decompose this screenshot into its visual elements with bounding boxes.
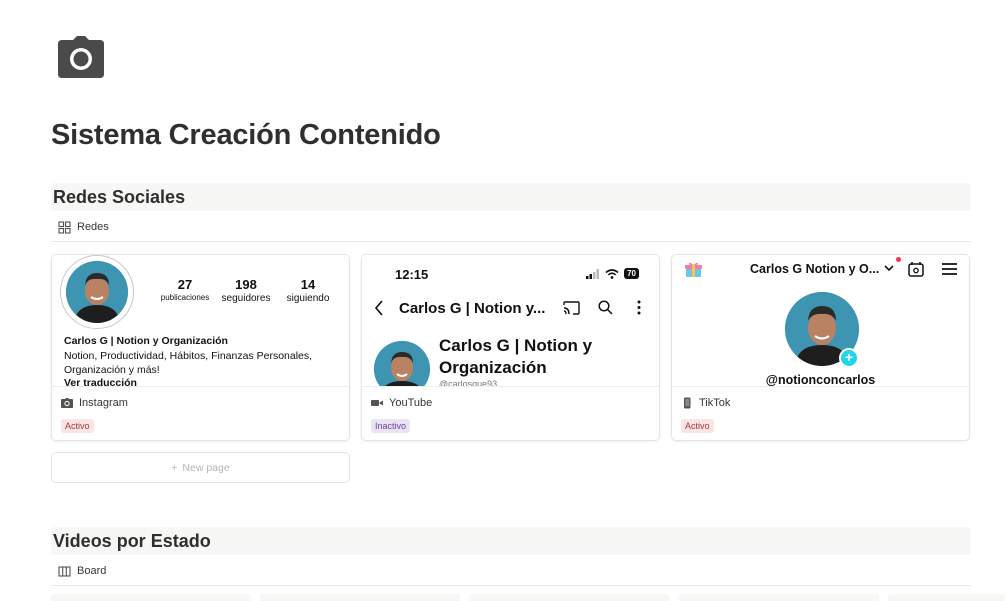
stat-label: publicaciones [160, 293, 210, 302]
card-title-text: TikTok [699, 397, 731, 409]
plus-icon: + [171, 461, 178, 474]
channel-title: Carlos G | Notion y Organización [439, 336, 593, 377]
menu-icon[interactable] [942, 263, 957, 275]
status-time: 12:15 [395, 267, 429, 282]
card-title: TikTok [681, 397, 730, 409]
board-column[interactable] [888, 594, 1005, 601]
cast-icon[interactable] [563, 301, 580, 315]
view-tab-board[interactable]: Board [58, 561, 106, 581]
status-bar-icons: 70 [586, 268, 639, 279]
board-column[interactable] [469, 594, 669, 601]
new-page-button[interactable]: + New page [51, 452, 350, 483]
board-icon [58, 565, 71, 577]
divider [51, 241, 971, 242]
section-header-redes[interactable]: Redes Sociales [51, 183, 971, 211]
section-title: Videos por Estado [53, 531, 211, 551]
card-title: Instagram [61, 397, 128, 409]
section-header-videos[interactable]: Videos por Estado [51, 527, 971, 555]
back-arrow-icon[interactable] [374, 300, 384, 316]
card-title-text: YouTube [389, 397, 433, 409]
stat-publicaciones[interactable]: 27 publicaciones [156, 277, 214, 302]
view-tab-redes[interactable]: Redes [58, 217, 109, 237]
card-cover-tiktok: Carlos G Notion y O... + @notionconcarlo… [672, 255, 969, 387]
phone-icon [684, 397, 691, 409]
profile-name: Carlos G | Notion y Organización [64, 335, 228, 347]
gallery-card-instagram[interactable]: 27 publicaciones 198 seguidores 14 sigui… [51, 254, 350, 441]
calendar-icon[interactable] [908, 261, 924, 277]
gallery-card-tiktok[interactable]: Carlos G Notion y O... + @notionconcarlo… [671, 254, 970, 441]
view-tab-label: Board [77, 565, 107, 577]
channel-nav-title: Carlos G | Notion y... [399, 300, 546, 317]
stat-number: 198 [235, 277, 257, 292]
search-icon[interactable] [598, 300, 613, 315]
stat-siguiendo[interactable]: 14 siguiendo [280, 277, 336, 304]
video-camera-icon [371, 400, 383, 406]
notification-dot [896, 257, 901, 262]
channel-handle: @carlosgue93 [439, 379, 498, 387]
battery-icon: 70 [624, 268, 639, 279]
page-title: Sistema Creación Contenido [51, 119, 441, 151]
wifi-icon [605, 268, 619, 279]
gift-icon[interactable] [685, 261, 702, 278]
camera-icon [61, 398, 73, 408]
translate-link[interactable]: Ver traducción [64, 377, 137, 386]
profile-bio: Notion, Productividad, Hábitos, Finanzas… [64, 350, 313, 376]
stat-seguidores[interactable]: 198 seguidores [217, 277, 275, 304]
stat-number: 14 [300, 277, 316, 292]
signal-icon [586, 268, 600, 279]
board-column[interactable] [260, 594, 460, 601]
camera-icon[interactable] [58, 36, 104, 78]
card-cover-youtube: 12:15 70 Carlos G | Notion y... Carlos G… [362, 255, 659, 387]
gallery-card-youtube[interactable]: 12:15 70 Carlos G | Notion y... Carlos G… [361, 254, 660, 441]
chevron-down-icon[interactable] [884, 265, 894, 272]
card-title-text: Instagram [79, 397, 128, 409]
card-cover-instagram: 27 publicaciones 198 seguidores 14 sigui… [52, 255, 349, 387]
board-column[interactable] [679, 594, 879, 601]
stat-label: seguidores [221, 293, 271, 304]
section-title: Redes Sociales [53, 187, 186, 207]
avatar [374, 341, 430, 386]
follow-plus-icon[interactable]: + [839, 348, 859, 368]
more-options-icon[interactable] [637, 300, 641, 315]
stat-number: 27 [177, 277, 193, 292]
divider [51, 585, 971, 586]
avatar [66, 261, 128, 323]
status-badge: Inactivo [371, 419, 411, 433]
card-title: YouTube [371, 397, 432, 409]
view-tab-label: Redes [77, 221, 109, 233]
stat-label: siguiendo [286, 293, 330, 304]
status-badge: Activo [61, 419, 94, 433]
status-badge: Activo [681, 419, 714, 433]
gallery-grid-icon [58, 220, 71, 234]
profile-handle: @notionconcarlos [765, 373, 876, 387]
profile-title: Carlos G Notion y O... [750, 262, 880, 276]
new-page-label: New page [182, 461, 230, 474]
board-column[interactable] [51, 594, 251, 601]
